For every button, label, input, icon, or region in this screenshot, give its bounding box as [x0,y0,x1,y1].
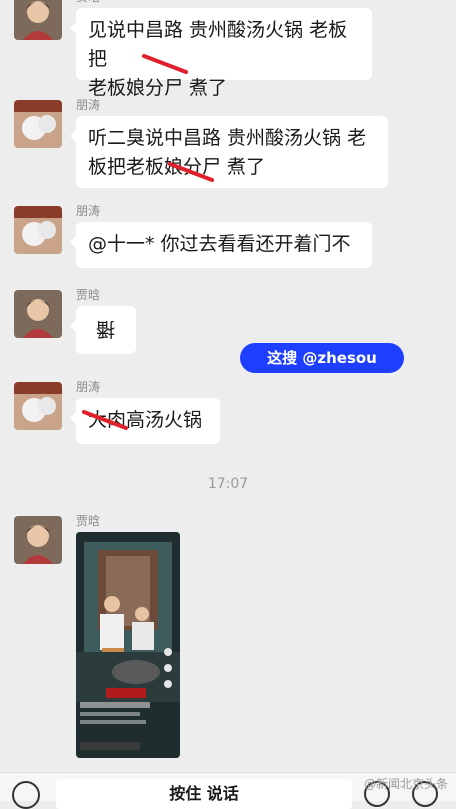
avatar-pengtao[interactable] [14,206,62,254]
sender-name: 朋涛 [76,380,101,394]
message-text-line: 见说中昌路 贵州酸汤火锅 老板把 [88,19,348,70]
sender-name: 贾晗 [76,514,101,528]
message-text-line: 老板娘分尸 煮了 [88,77,228,99]
message-bubble[interactable]: 大肉高汤火锅 [70,398,220,444]
strike-mark [82,410,128,430]
strike-mark [142,54,188,74]
avatar-jiahan[interactable] [14,290,62,338]
message-text-line: @十一* 你过去看看还开着门不 [88,233,351,255]
message-text-line: 播 [96,318,116,340]
sender-name: 贾晗 [76,288,101,302]
sender-name: 贾晗 [76,0,100,5]
message-text-line: 听二臭说中昌路 贵州酸汤火锅 老 [88,127,367,149]
watermark-badge: 这搜 @zhesou [240,343,404,373]
video-message-thumbnail[interactable] [76,532,180,758]
timestamp: 17:07 [207,476,249,492]
avatar-jiahan[interactable] [14,516,62,564]
message-bubble[interactable]: @十一* 你过去看看还开着门不 [70,222,372,268]
message-bubble[interactable]: 见说中昌路 贵州酸汤火锅 老板把 老板娘分尸 煮了 [70,8,372,99]
message-bubble[interactable]: 听二臭说中昌路 贵州酸汤火锅 老 板把老板娘分尸 煮了 [70,116,388,188]
sender-name: 朋涛 [76,98,101,112]
sender-name: 朋涛 [76,204,101,218]
video-frame [76,532,180,758]
avatar-pengtao[interactable] [14,382,62,430]
voice-icon[interactable] [12,781,40,809]
avatar-pengtao[interactable] [14,100,62,148]
message-bubble[interactable]: 播 [70,306,136,354]
weibo-watermark: @新闻北京头条 [363,777,448,791]
avatar-jiahan[interactable] [14,0,62,40]
message-text-line: 板把老板娘分尸 煮了 [88,156,266,178]
hold-to-talk-button[interactable]: 按住 说话 [56,779,352,809]
watermark-text: 这搜 @zhesou [267,349,377,367]
input-bar: 按住 说话 @新闻北京头条 [0,772,456,809]
strike-mark [168,162,214,182]
